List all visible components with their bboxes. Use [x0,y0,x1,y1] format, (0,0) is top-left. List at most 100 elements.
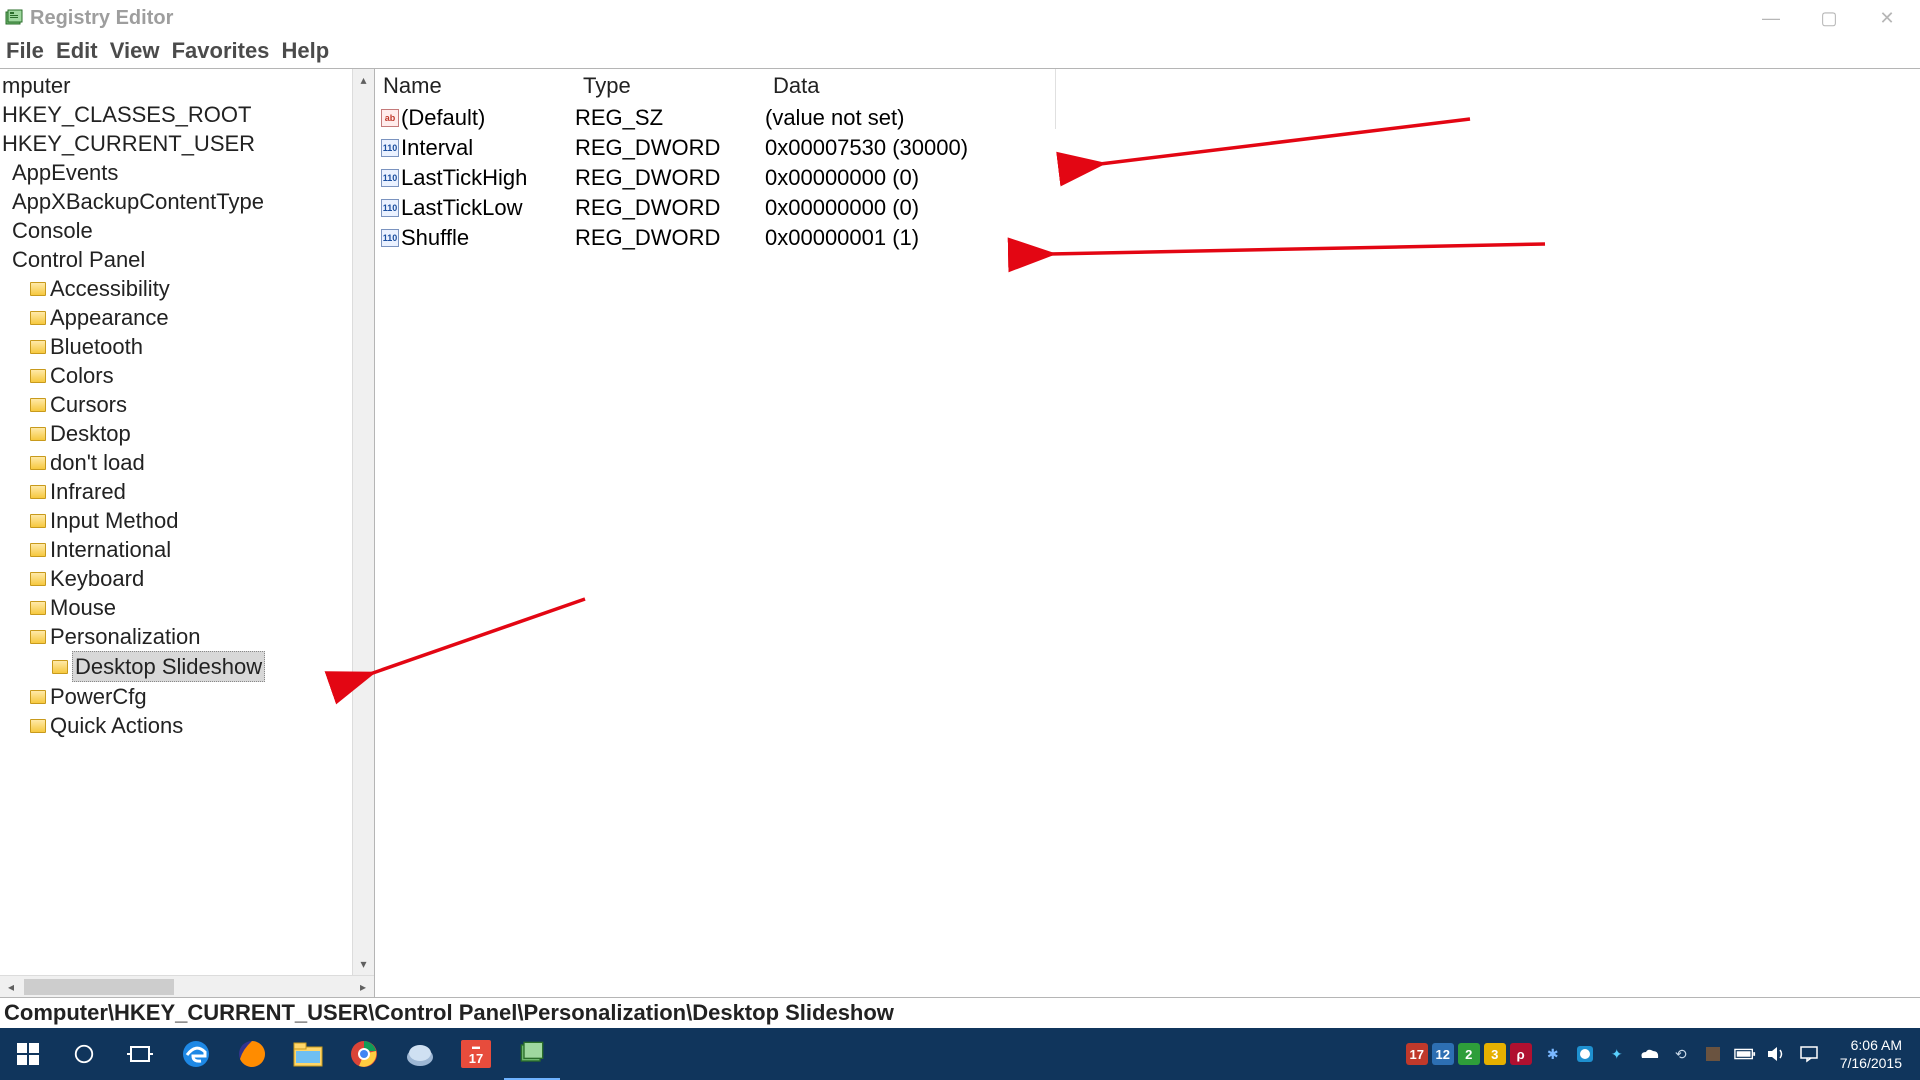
tray-app-icon-4[interactable] [1702,1043,1724,1065]
maximize-button[interactable]: ▢ [1814,8,1844,29]
menu-edit[interactable]: Edit [56,38,98,63]
tray-app-icon-1[interactable] [1574,1043,1596,1065]
bluetooth-icon[interactable]: ✱ [1542,1043,1564,1065]
column-header-name[interactable]: Name [375,73,575,99]
value-row[interactable]: 110LastTickLowREG_DWORD0x00000000 (0) [375,193,1920,223]
tree-item-label: Keyboard [50,564,144,593]
column-header-data[interactable]: Data [765,73,1920,99]
registry-tree[interactable]: mputerHKEY_CLASSES_ROOTHKEY_CURRENT_USER… [0,69,374,975]
tray-app-icon-3[interactable]: ⟲ [1670,1043,1692,1065]
tree-item-label: International [50,535,171,564]
value-type: REG_DWORD [575,223,765,253]
tree-item-label: Colors [50,361,114,390]
tree-item[interactable]: AppXBackupContentType [0,187,374,216]
value-row[interactable]: 110LastTickHighREG_DWORD0x00000000 (0) [375,163,1920,193]
tree-item[interactable]: Colors [0,361,374,390]
dword-value-icon: 110 [381,199,399,217]
menu-file[interactable]: File [6,38,44,63]
tree-item[interactable]: Keyboard [0,564,374,593]
tree-item[interactable]: PowerCfg [0,682,374,711]
tree-item[interactable]: Console [0,216,374,245]
task-view-button[interactable] [112,1028,168,1080]
close-button[interactable]: ✕ [1872,8,1902,29]
folder-icon [30,601,46,615]
folder-icon [30,719,46,733]
tree-item-label: Personalization [50,622,200,651]
tree-horizontal-scrollbar[interactable]: ◂ ▸ [0,975,374,997]
action-center-icon[interactable] [1798,1043,1820,1065]
tree-item[interactable]: Cursors [0,390,374,419]
scroll-down-arrow-icon[interactable]: ▾ [353,953,374,975]
value-list[interactable]: ab(Default)REG_SZ(value not set)110Inter… [375,103,1920,253]
taskbar-app-edge[interactable] [168,1028,224,1080]
minimize-button[interactable]: — [1756,8,1786,29]
menu-favorites[interactable]: Favorites [172,38,270,63]
tree-item-label: Input Method [50,506,178,535]
value-row[interactable]: ab(Default)REG_SZ(value not set) [375,103,1920,133]
volume-icon[interactable] [1766,1043,1788,1065]
folder-icon [30,427,46,441]
menu-view[interactable]: View [110,38,160,63]
tray-app-icon-2[interactable]: ✦ [1606,1043,1628,1065]
tree-item[interactable]: HKEY_CURRENT_USER [0,129,374,158]
scroll-right-arrow-icon[interactable]: ▸ [352,980,374,994]
column-header-type[interactable]: Type [575,73,765,99]
tree-item[interactable]: don't load [0,448,374,477]
tree-item[interactable]: Control Panel [0,245,374,274]
tray-badge[interactable]: 2 [1458,1043,1480,1065]
cortana-search-button[interactable] [56,1028,112,1080]
value-name: Interval [401,133,473,163]
tree-item[interactable]: mputer [0,71,374,100]
scroll-up-arrow-icon[interactable]: ▴ [353,69,374,91]
menu-help[interactable]: Help [282,38,330,63]
tree-item[interactable]: Desktop [0,419,374,448]
folder-icon [30,456,46,470]
tree-item[interactable]: Appearance [0,303,374,332]
tree-item-label: Mouse [50,593,116,622]
taskbar-app-chrome[interactable] [336,1028,392,1080]
tray-badge[interactable]: ρ [1510,1043,1532,1065]
tree-item[interactable]: HKEY_CLASSES_ROOT [0,100,374,129]
regedit-app-icon [4,8,24,28]
value-list-pane: Name Type Data ab(Default)REG_SZ(value n… [375,69,1920,997]
value-type: REG_DWORD [575,163,765,193]
tray-badge[interactable]: 17 [1406,1043,1428,1065]
value-name: Shuffle [401,223,469,253]
taskbar-clock[interactable]: 6:06 AM 7/16/2015 [1830,1036,1912,1072]
tree-item[interactable]: Personalization [0,622,374,651]
tree-item[interactable]: Input Method [0,506,374,535]
onedrive-icon[interactable] [1638,1043,1660,1065]
battery-icon[interactable] [1734,1043,1756,1065]
taskbar-app-firefox[interactable] [224,1028,280,1080]
taskbar-app-calendar[interactable]: ▬17 [448,1028,504,1080]
string-value-icon: ab [381,109,399,127]
tray-badge[interactable]: 12 [1432,1043,1454,1065]
value-row[interactable]: 110IntervalREG_DWORD0x00007530 (30000) [375,133,1920,163]
system-tray: 171223ρ ✱ ✦ ⟲ 6:06 AM 7/16/2015 [1406,1036,1920,1072]
tree-item[interactable]: Infrared [0,477,374,506]
tree-item[interactable]: International [0,535,374,564]
folder-icon [30,630,46,644]
tree-item[interactable]: Accessibility [0,274,374,303]
value-name: (Default) [401,103,485,133]
tree-item-label: Appearance [50,303,169,332]
value-type: REG_SZ [575,103,765,133]
start-button[interactable] [0,1028,56,1080]
value-row[interactable]: 110ShuffleREG_DWORD0x00000001 (1) [375,223,1920,253]
tree-item[interactable]: Desktop Slideshow [0,651,374,682]
tray-badge[interactable]: 3 [1484,1043,1506,1065]
taskbar-app-regedit[interactable] [504,1028,560,1080]
value-name: LastTickLow [401,193,522,223]
tree-vertical-scrollbar[interactable]: ▴ ▾ [352,69,374,975]
taskbar-app-generic-1[interactable] [392,1028,448,1080]
tree-item[interactable]: Bluetooth [0,332,374,361]
tree-item[interactable]: AppEvents [0,158,374,187]
scroll-left-arrow-icon[interactable]: ◂ [0,980,22,994]
taskbar-app-file-explorer[interactable] [280,1028,336,1080]
scroll-thumb[interactable] [24,979,174,995]
tree-item[interactable]: Quick Actions [0,711,374,740]
tree-item[interactable]: Mouse [0,593,374,622]
dword-value-icon: 110 [381,169,399,187]
value-type: REG_DWORD [575,193,765,223]
folder-icon [52,660,68,674]
